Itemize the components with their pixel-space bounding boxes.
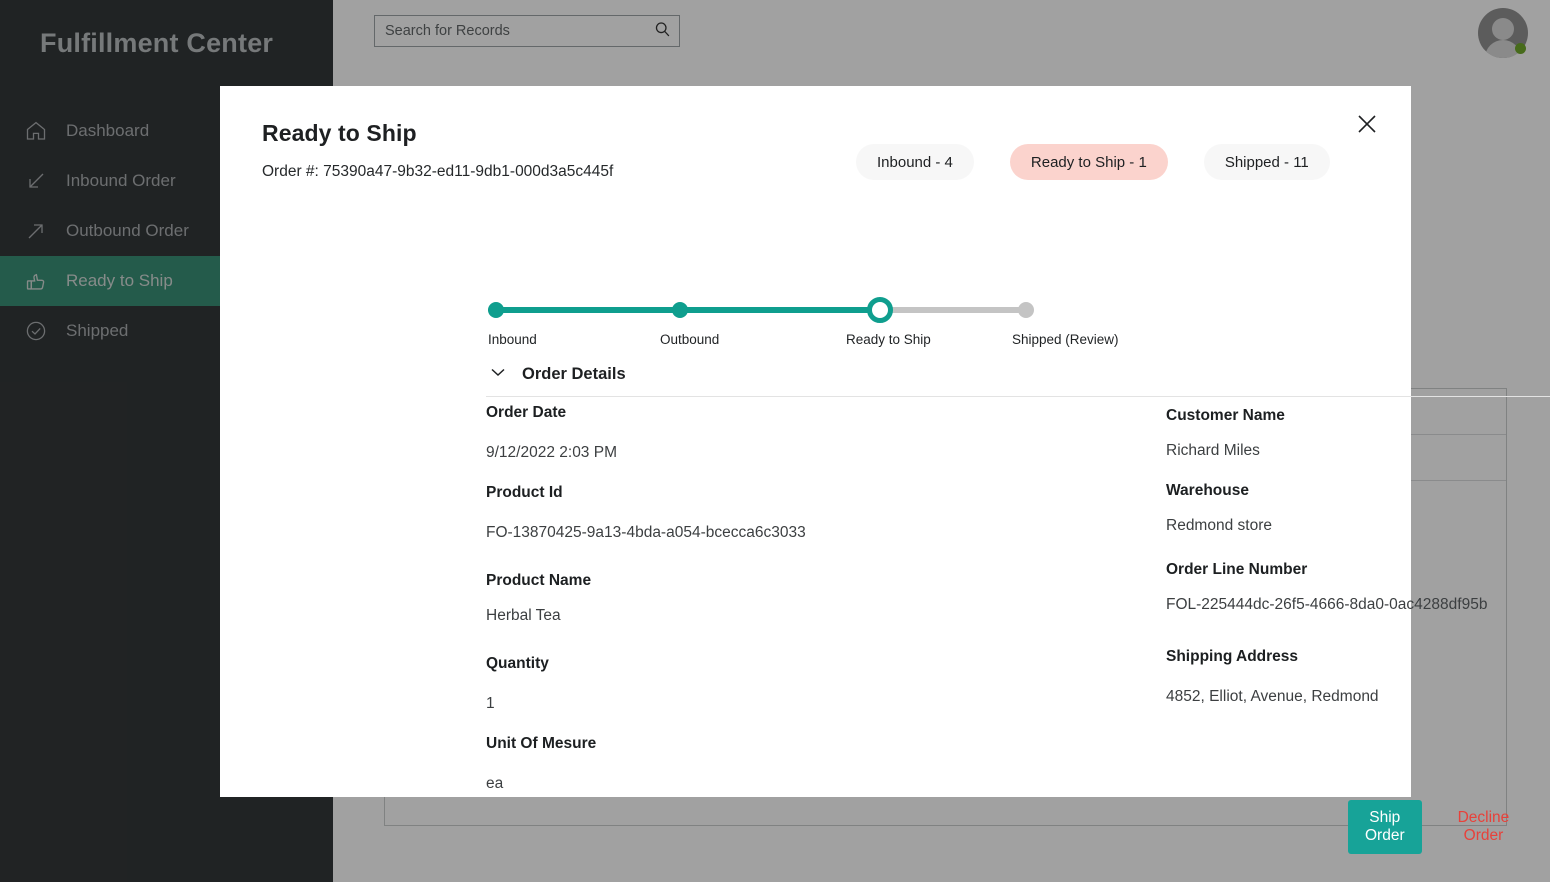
field-label-customer-name: Customer Name: [1166, 407, 1550, 425]
field-value-product-id: FO-13870425-9a13-4bda-a054-bcecca6c3033: [486, 524, 1166, 542]
close-button[interactable]: [1352, 110, 1382, 140]
stepper-node-ready-to-ship[interactable]: [867, 297, 893, 323]
field-label-unit-of-measure: Unit Of Mesure: [486, 735, 1166, 753]
field-label-shipping-address: Shipping Address: [1166, 648, 1550, 666]
field-value-order-date: 9/12/2022 2:03 PM: [486, 444, 1166, 462]
field-value-customer-name: Richard Miles: [1166, 442, 1550, 460]
status-filter-pills: Inbound - 4 Ready to Ship - 1 Shipped - …: [856, 144, 1330, 180]
stepper-node-shipped[interactable]: [1018, 302, 1034, 318]
field-label-warehouse: Warehouse: [1166, 482, 1550, 500]
order-details-left-column: Order Date 9/12/2022 2:03 PM Product Id …: [486, 404, 1166, 793]
field-label-product-name: Product Name: [486, 572, 1166, 590]
stepper-node-inbound[interactable]: [488, 302, 504, 318]
stepper-label-shipped: Shipped (Review): [1012, 332, 1119, 347]
order-details-grid: Order Date 9/12/2022 2:03 PM Product Id …: [486, 404, 1550, 793]
app-root: Fulfillment Center Dashboard Inbound: [0, 0, 1550, 882]
stepper-label-inbound: Inbound: [488, 332, 537, 347]
decline-order-button[interactable]: Decline Order: [1458, 809, 1510, 845]
field-label-order-line-number: Order Line Number: [1166, 561, 1550, 579]
field-value-unit-of-measure: ea: [486, 775, 1166, 793]
stepper-label-outbound: Outbound: [660, 332, 719, 347]
field-label-quantity: Quantity: [486, 655, 1166, 673]
section-divider: [486, 396, 1550, 397]
chevron-down-icon: [488, 362, 508, 387]
field-value-order-line-number: FOL-225444dc-26f5-4666-8da0-0ac4288df95b: [1166, 596, 1550, 614]
order-details-right-column: Customer Name Richard Miles Warehouse Re…: [1166, 404, 1550, 793]
field-value-quantity: 1: [486, 695, 1166, 713]
stepper-node-outbound[interactable]: [672, 302, 688, 318]
pill-shipped[interactable]: Shipped - 11: [1204, 144, 1330, 180]
order-details-accordion-label: Order Details: [522, 365, 626, 384]
field-label-order-date: Order Date: [486, 404, 1166, 422]
modal-actions: Ship Order Decline Order: [1348, 800, 1509, 854]
field-value-warehouse: Redmond store: [1166, 517, 1550, 535]
pill-inbound[interactable]: Inbound - 4: [856, 144, 974, 180]
pill-ready-to-ship[interactable]: Ready to Ship - 1: [1010, 144, 1168, 180]
order-progress-stepper: Inbound Outbound Ready to Ship Shipped (…: [488, 302, 1036, 362]
ship-order-button[interactable]: Ship Order: [1348, 800, 1422, 854]
field-label-product-id: Product Id: [486, 484, 1166, 502]
close-icon: [1356, 113, 1378, 138]
field-value-product-name: Herbal Tea: [486, 607, 1166, 625]
field-value-shipping-address: 4852, Elliot, Avenue, Redmond: [1166, 688, 1550, 706]
order-detail-modal: Ready to Ship Order #: 75390a47-9b32-ed1…: [220, 86, 1411, 797]
page-title: Ready to Ship: [262, 120, 1369, 147]
order-details-accordion-toggle[interactable]: Order Details: [488, 362, 626, 387]
stepper-label-ready-to-ship: Ready to Ship: [846, 332, 931, 347]
